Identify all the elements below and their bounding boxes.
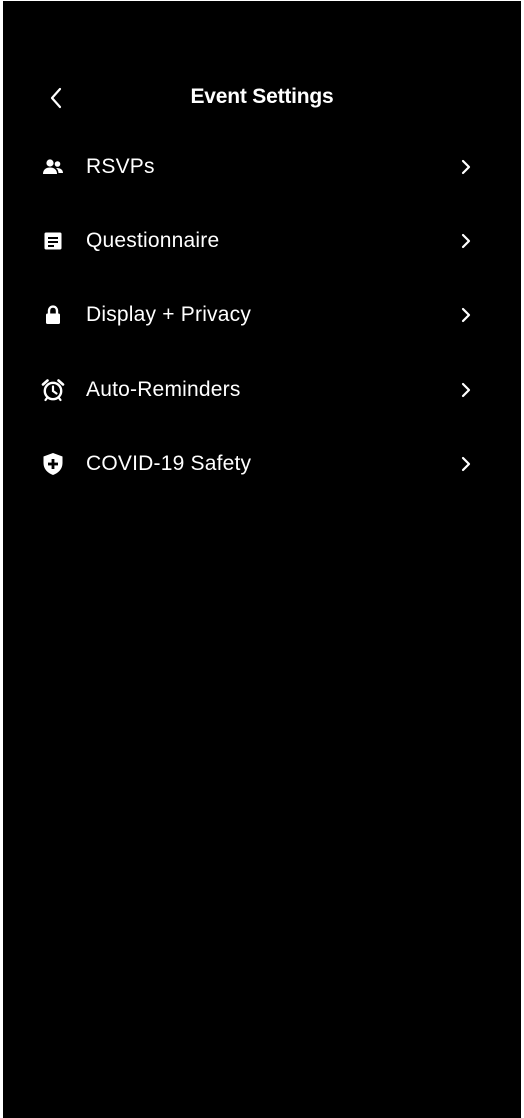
header: Event Settings (3, 75, 521, 121)
chevron-right-icon (456, 305, 476, 325)
menu-item-covid-safety[interactable]: COVID-19 Safety (3, 434, 521, 494)
shield-plus-icon (41, 452, 65, 476)
chevron-right-icon (456, 157, 476, 177)
menu-item-label: Questionnaire (86, 229, 220, 252)
menu-item-label: Auto-Reminders (86, 378, 241, 401)
form-icon (41, 229, 65, 253)
menu-item-label: COVID-19 Safety (86, 452, 252, 475)
page-title: Event Settings (190, 85, 334, 108)
alarm-clock-icon (41, 378, 65, 402)
menu-item-rsvps[interactable]: RSVPs (3, 137, 521, 197)
chevron-right-icon (456, 380, 476, 400)
event-settings-screen: Event Settings RSVPs Questionnaire Displ… (3, 1, 521, 1118)
chevron-right-icon (456, 231, 476, 251)
menu-item-label: Display + Privacy (86, 303, 252, 326)
menu-item-auto-reminders[interactable]: Auto-Reminders (3, 360, 521, 420)
menu-item-questionnaire[interactable]: Questionnaire (3, 211, 521, 271)
lock-icon (41, 303, 65, 327)
menu-item-display-privacy[interactable]: Display + Privacy (3, 285, 521, 345)
people-icon (41, 155, 65, 179)
menu-item-label: RSVPs (86, 155, 155, 178)
chevron-right-icon (456, 454, 476, 474)
